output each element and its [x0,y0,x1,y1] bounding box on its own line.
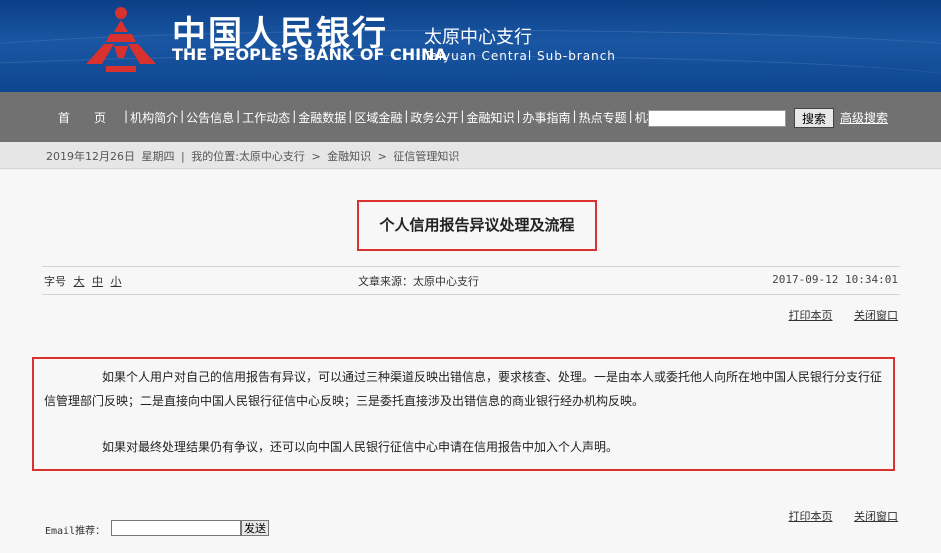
article-meta: 字号 大 中 小 文章来源：太原中心支行 2017-09-12 10:34:01 [44,273,898,289]
breadcrumb-divider: | [181,150,185,163]
current-weekday: 星期四 [141,150,175,163]
nav-item-financial-data[interactable]: 金融数据 [296,109,348,126]
article-title: 个人信用报告异议处理及流程 [379,216,575,234]
top-actions: 打印本页 关闭窗口 [771,307,899,323]
email-input[interactable] [111,520,241,536]
email-recommend: Email推荐： 发送 [45,520,269,537]
article-paragraph: 如果个人用户对自己的信用报告有异议，可以通过三种渠道反映出错信息，要求核查、处理… [44,370,883,408]
pboc-logo-icon [86,7,156,72]
font-size-label: 字号 [44,275,66,288]
article-paragraph: 如果对最终处理结果仍有争议，还可以向中国人民银行征信中心申请在信用报告中加入个人… [102,440,619,454]
breadcrumb-link-credit-management[interactable]: 征信管理知识 [393,150,459,163]
nav-item-regional-finance[interactable]: 区域金融 [352,109,404,126]
bank-name-en: THE PEOPLE'S BANK OF CHINA [172,45,447,64]
email-label: Email推荐： [45,526,106,537]
nav-item-about[interactable]: 机构简介 [128,109,180,126]
title-highlight-box: 个人信用报告异议处理及流程 [357,200,597,251]
nav-item-announcements[interactable]: 公告信息 [184,109,236,126]
close-window-link[interactable]: 关闭窗口 [854,309,898,322]
nav-item-home[interactable]: 首 页 [56,109,124,126]
header-banner: 中国人民银行 THE PEOPLE'S BANK OF CHINA 太原中心支行… [0,0,941,92]
print-page-link[interactable]: 打印本页 [789,510,833,523]
nav-item-service-guide[interactable]: 办事指南 [521,109,573,126]
breadcrumb-arrow: > [311,150,321,163]
breadcrumb-link-financial-knowledge[interactable]: 金融知识 [327,150,371,163]
breadcrumb-bar: 2019年12月26日 星期四 | 我的位置:太原中心支行 > 金融知识 > 征… [0,142,941,169]
breadcrumb-arrow: > [377,150,387,163]
meta-divider [42,294,900,295]
print-page-link[interactable]: 打印本页 [789,309,833,322]
search-button[interactable]: 搜索 [794,108,834,128]
nav-item-gov-affairs[interactable]: 政务公开 [408,109,460,126]
article-area: 个人信用报告异议处理及流程 字号 大 中 小 文章来源：太原中心支行 2017-… [0,170,941,553]
publish-datetime: 2017-09-12 10:34:01 [772,273,898,286]
search-input[interactable] [648,110,786,127]
close-window-link[interactable]: 关闭窗口 [854,510,898,523]
font-size-control: 字号 大 中 小 [44,273,122,289]
bottom-actions: 打印本页 关闭窗口 [771,508,899,524]
nav-item-hot-topics[interactable]: 热点专题 [577,109,629,126]
article-body-highlight-box: 如果个人用户对自己的信用报告有异议，可以通过三种渠道反映出错信息，要求核查、处理… [32,357,895,471]
send-button[interactable]: 发送 [241,520,269,536]
nav-menu: 首 页 | 机构简介 | 公告信息 | 工作动态 | 金融数据 | 区域金融 |… [56,109,685,126]
font-size-medium-link[interactable]: 中 [92,275,103,288]
font-size-small-link[interactable]: 小 [111,275,122,288]
title-divider [42,266,900,267]
location-label: 我的位置: [191,150,239,163]
breadcrumb-link-taiyuan[interactable]: 太原中心支行 [239,150,305,163]
branch-name-en: Taiyuan Central Sub-branch [424,49,616,63]
advanced-search-link[interactable]: 高级搜索 [840,109,888,126]
current-date: 2019年12月26日 [46,150,135,163]
nav-item-financial-knowledge[interactable]: 金融知识 [464,109,516,126]
main-nav: 首 页 | 机构简介 | 公告信息 | 工作动态 | 金融数据 | 区域金融 |… [0,92,941,142]
font-size-large-link[interactable]: 大 [74,275,85,288]
nav-item-work-news[interactable]: 工作动态 [240,109,292,126]
breadcrumb: 2019年12月26日 星期四 | 我的位置:太原中心支行 > 金融知识 > 征… [46,148,462,164]
article-source: 文章来源：太原中心支行 [358,275,479,288]
branch-name-cn: 太原中心支行 [424,27,532,48]
